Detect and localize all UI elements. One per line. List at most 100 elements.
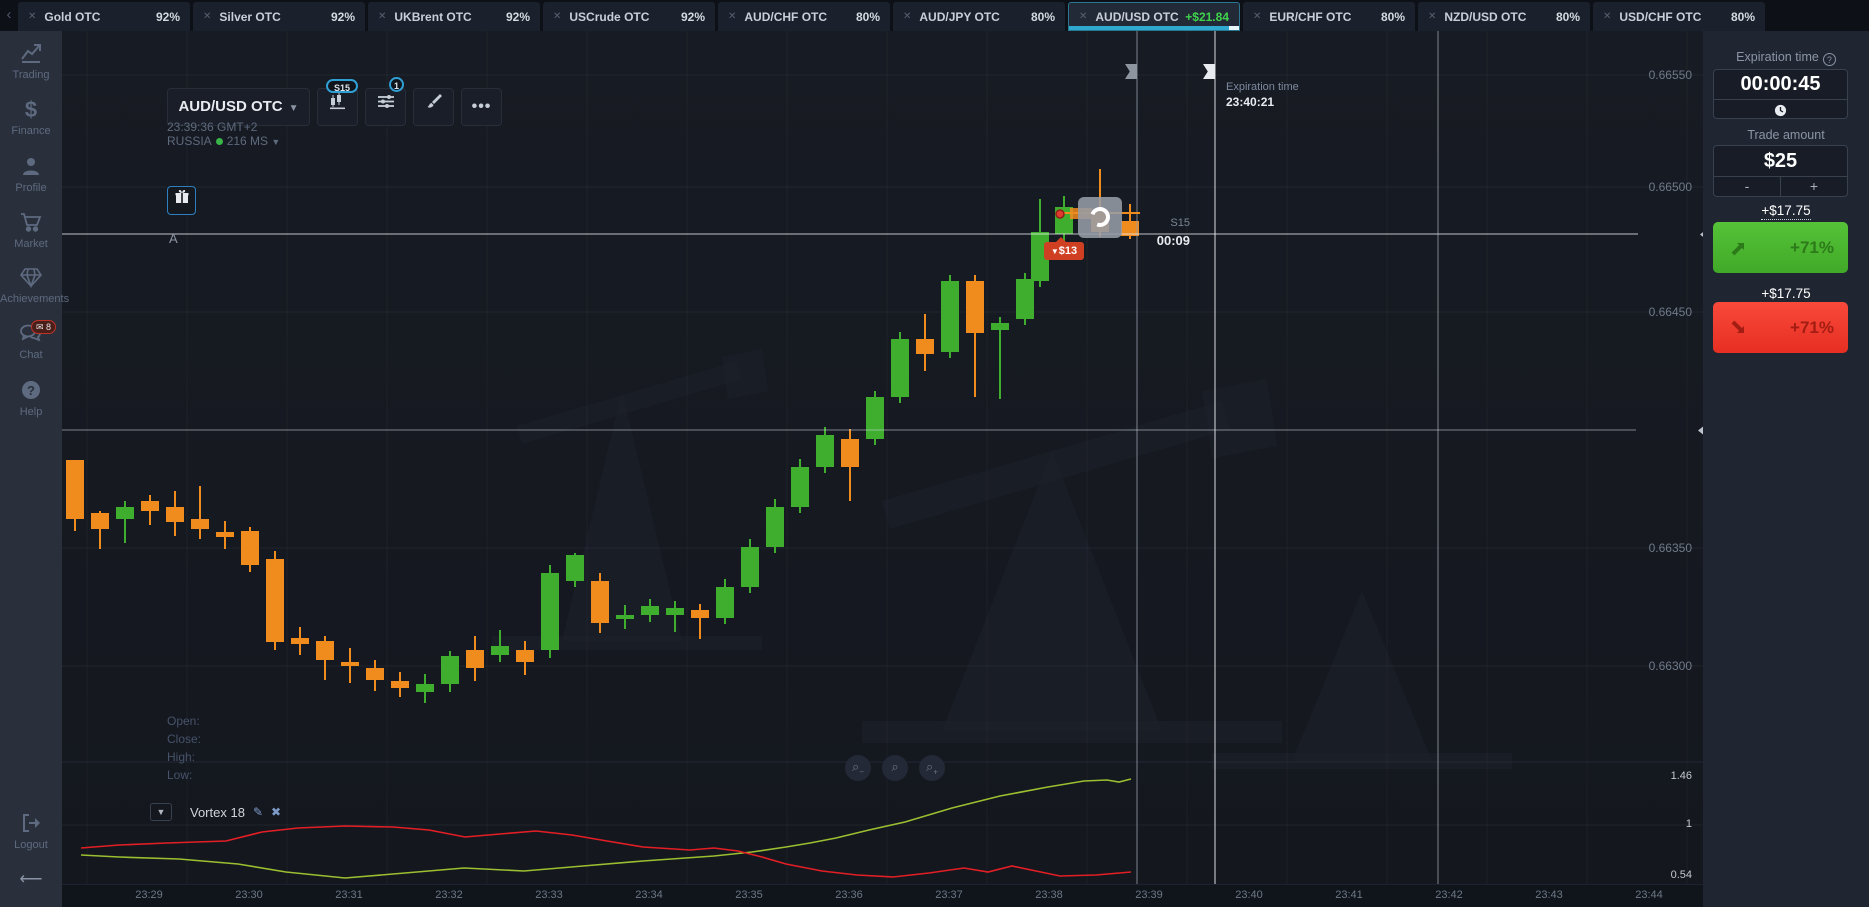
sidebar-item-help[interactable]: ? Help bbox=[0, 379, 62, 418]
open-trade-badge[interactable]: ▼$13 bbox=[1044, 242, 1084, 260]
payout-down-value: +$17.75 bbox=[1703, 286, 1869, 301]
time-axis-label: 23:43 bbox=[1519, 889, 1579, 901]
amount-input[interactable]: $25 bbox=[1714, 146, 1847, 176]
amount-increase-button[interactable]: + bbox=[1781, 177, 1847, 196]
tabs-scroll-left-chevron[interactable]: ‹ bbox=[2, 5, 16, 25]
sidebar-item-logout[interactable]: Logout bbox=[0, 812, 62, 851]
asset-tab-silver-otc[interactable]: ✕ Silver OTC92% bbox=[193, 2, 365, 31]
close-icon[interactable]: ✕ bbox=[378, 11, 386, 22]
buy-percent: +71% bbox=[1790, 238, 1834, 258]
gift-icon bbox=[174, 189, 190, 205]
close-icon[interactable]: ✕ bbox=[1603, 11, 1611, 22]
asset-payout: 80% bbox=[1556, 10, 1580, 24]
expiration-time-label: Expiration time? bbox=[1703, 50, 1869, 66]
deadline-timeframe-label: S15 bbox=[1150, 217, 1190, 229]
close-icon[interactable]: ✕ bbox=[1079, 11, 1087, 22]
chart-area[interactable] bbox=[62, 31, 1703, 907]
ohlc-label: Close: bbox=[167, 730, 201, 748]
gift-button[interactable] bbox=[167, 186, 196, 215]
time-axis-label: 23:44 bbox=[1619, 889, 1679, 901]
sidebar-item-label: Help bbox=[0, 406, 62, 418]
asset-name: Silver OTC bbox=[219, 10, 331, 24]
sidebar-item-market[interactable]: Market bbox=[0, 211, 62, 250]
time-axis-label: 23:34 bbox=[619, 889, 679, 901]
asset-tab-nzd-usd-otc[interactable]: ✕NZD/USD OTC80% bbox=[1418, 2, 1590, 31]
zoom-reset-button[interactable]: ⌕ bbox=[882, 755, 908, 781]
asset-tab-aud-chf-otc[interactable]: ✕AUD/CHF OTC80% bbox=[718, 2, 890, 31]
asset-tab-bar: ‹ ✕Gold OTC92%✕Silver OTC92%✕UKBrent OTC… bbox=[0, 0, 1869, 31]
timeframe-badge: S15 bbox=[326, 79, 358, 93]
asset-tab-usd-chf-otc[interactable]: ✕USD/CHF OTC80% bbox=[1593, 2, 1765, 31]
more-tools-button[interactable]: ••• bbox=[461, 88, 502, 126]
sidebar-item-achievements[interactable]: Achievements bbox=[0, 266, 62, 305]
unread-messages-badge: ✉ 8 bbox=[31, 320, 56, 334]
sidebar-item-chat[interactable]: ✉ 8 Chat bbox=[0, 322, 62, 361]
trade-amount-label: $13 bbox=[1059, 245, 1077, 257]
close-icon[interactable]: ✕ bbox=[728, 11, 736, 22]
asset-payout: 80% bbox=[1031, 10, 1055, 24]
candlestick-chart[interactable] bbox=[62, 31, 1703, 907]
info-icon[interactable]: ? bbox=[1823, 53, 1836, 66]
asset-payout: 80% bbox=[1731, 10, 1755, 24]
finance-icon: $ bbox=[20, 98, 42, 115]
sidebar-item-finance[interactable]: $Finance bbox=[0, 98, 62, 137]
sidebar-item-profile[interactable]: Profile bbox=[0, 155, 62, 194]
market-icon bbox=[19, 211, 43, 228]
asset-name: AUD/USD OTC bbox=[1095, 10, 1185, 24]
asset-payout: 80% bbox=[1381, 10, 1405, 24]
expiration-clock-button[interactable] bbox=[1714, 100, 1847, 118]
close-icon[interactable]: ✕ bbox=[1253, 11, 1261, 22]
indicator-collapse-button[interactable]: ▼ bbox=[150, 803, 172, 821]
asset-name: AUD/JPY OTC bbox=[919, 10, 1031, 24]
magnifier-icon: ⌕− bbox=[852, 759, 864, 774]
amount-decrease-button[interactable]: - bbox=[1714, 177, 1780, 196]
sidebar-collapse-arrow[interactable]: ⟵ bbox=[0, 869, 62, 889]
sell-button[interactable]: +71% bbox=[1713, 302, 1848, 353]
zoom-out-button[interactable]: ⌕− bbox=[845, 755, 871, 781]
close-icon[interactable]: ✕ bbox=[903, 11, 911, 22]
time-axis-label: 23:32 bbox=[419, 889, 479, 901]
indicator-remove-icon[interactable]: ✖ bbox=[271, 805, 281, 819]
close-icon[interactable]: ✕ bbox=[1428, 11, 1436, 22]
trading-app: ‹ ✕Gold OTC92%✕Silver OTC92%✕UKBrent OTC… bbox=[0, 0, 1869, 907]
chevron-down-icon: ▼ bbox=[271, 137, 280, 147]
sidebar-item-label: Chat bbox=[0, 349, 62, 361]
ping-value: 216 MS bbox=[227, 134, 268, 148]
ohlc-label: High: bbox=[167, 748, 201, 766]
time-axis-label: 23:41 bbox=[1319, 889, 1379, 901]
asset-tab-aud-usd-otc[interactable]: ✕AUD/USD OTC+$21.84 bbox=[1068, 2, 1240, 31]
asset-payout: 92% bbox=[331, 10, 355, 24]
drawing-tools-button[interactable] bbox=[413, 88, 454, 126]
brush-icon bbox=[424, 91, 444, 111]
svg-text:$: $ bbox=[25, 98, 37, 122]
asset-payout: 92% bbox=[156, 10, 180, 24]
asset-tab-uscrude-otc[interactable]: ✕USCrude OTC92% bbox=[543, 2, 715, 31]
asset-tab-aud-jpy-otc[interactable]: ✕ AUD/JPY OTC80% bbox=[893, 2, 1065, 31]
asset-tab-ukbrent-otc[interactable]: ✕UKBrent OTC92% bbox=[368, 2, 540, 31]
server-status[interactable]: RUSSIA216 MS ▼ bbox=[167, 134, 280, 148]
expiration-input-group: 00:00:45 bbox=[1713, 69, 1848, 119]
indicator-header: ▼ Vortex 18 ✎ ✖ bbox=[150, 803, 281, 821]
price-axis-label: 0.66350 bbox=[1592, 541, 1692, 555]
trade-pending-panel bbox=[1078, 197, 1122, 238]
symbol-label: AUD/USD OTC bbox=[178, 98, 282, 115]
chat-icon: ✉ 8 bbox=[19, 322, 43, 344]
expiration-time-input[interactable]: 00:00:45 bbox=[1714, 70, 1847, 99]
indicator-edit-icon[interactable]: ✎ bbox=[253, 805, 263, 819]
buy-button[interactable]: +71% bbox=[1713, 222, 1848, 273]
close-icon[interactable]: ✕ bbox=[203, 11, 211, 22]
loading-spinner-icon bbox=[1087, 204, 1114, 231]
time-axis[interactable]: 23:2923:3023:3123:3223:3323:3423:3523:36… bbox=[62, 884, 1703, 907]
ohlc-label: Low: bbox=[167, 766, 201, 784]
asset-tab-eur-chf-otc[interactable]: ✕EUR/CHF OTC80% bbox=[1243, 2, 1415, 31]
sidebar-item-trading[interactable]: Trading bbox=[0, 42, 62, 81]
zoom-in-button[interactable]: ⌕+ bbox=[919, 755, 945, 781]
time-axis-label: 23:39 bbox=[1119, 889, 1179, 901]
asset-tab-gold-otc[interactable]: ✕Gold OTC92% bbox=[18, 2, 190, 31]
annotation-a[interactable]: A bbox=[169, 231, 178, 246]
close-icon[interactable]: ✕ bbox=[28, 11, 36, 22]
help-icon: ? bbox=[20, 379, 42, 396]
indicators-button[interactable] bbox=[365, 88, 406, 126]
close-icon[interactable]: ✕ bbox=[553, 11, 561, 22]
purchase-countdown: 00:09 bbox=[1144, 233, 1190, 248]
